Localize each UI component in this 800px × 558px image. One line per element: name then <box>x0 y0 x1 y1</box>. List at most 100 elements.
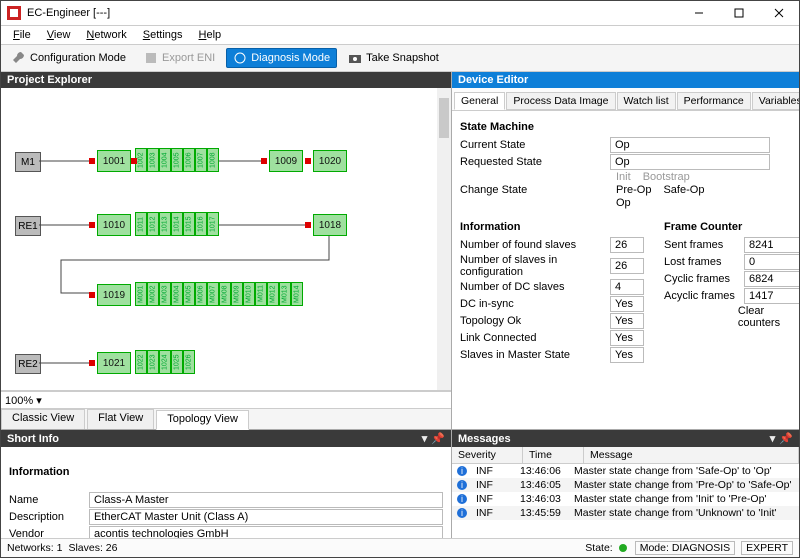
menu-settings[interactable]: Settings <box>135 29 191 41</box>
topology-canvas[interactable]: M1 1001 1009 1020 1002 1003 1004 1005 10… <box>1 88 451 391</box>
state-safeop-button[interactable]: Safe-Op <box>657 184 710 196</box>
node-1018[interactable]: 1018 <box>313 214 347 236</box>
topology-slot[interactable]: M009 <box>231 282 243 306</box>
topology-slot[interactable]: 1012 <box>147 212 159 236</box>
pin-icon[interactable]: 📌 <box>779 432 793 445</box>
topology-slot[interactable]: 1007 <box>195 148 207 172</box>
menu-help[interactable]: Help <box>191 29 230 41</box>
col-time[interactable]: Time <box>523 447 584 463</box>
message-row[interactable]: iINF13:46:06Master state change from 'Sa… <box>452 464 799 478</box>
message-row[interactable]: iINF13:46:03Master state change from 'In… <box>452 492 799 506</box>
topology-slot[interactable]: 1024 <box>159 350 171 374</box>
status-level: EXPERT <box>741 541 793 555</box>
message-row[interactable]: iINF13:46:05Master state change from 'Pr… <box>452 478 799 492</box>
maximize-button[interactable] <box>719 1 759 25</box>
tab-process-data[interactable]: Process Data Image <box>506 92 615 110</box>
node-1010[interactable]: 1010 <box>97 214 131 236</box>
tab-topology-view[interactable]: Topology View <box>156 410 249 430</box>
state-op-button[interactable]: Op <box>610 197 637 209</box>
state-preop-button[interactable]: Pre-Op <box>610 184 657 196</box>
pin-icon[interactable]: 📌 <box>431 432 445 445</box>
menu-view[interactable]: View <box>39 29 79 41</box>
take-snapshot-button[interactable]: Take Snapshot <box>341 48 446 68</box>
topology-slot[interactable]: M007 <box>207 282 219 306</box>
short-info-heading: Information <box>9 466 443 478</box>
topology-slot[interactable]: 1015 <box>183 212 195 236</box>
node-1019[interactable]: 1019 <box>97 284 131 306</box>
menu-network[interactable]: Network <box>78 29 134 41</box>
menu-file[interactable]: File <box>5 29 39 41</box>
topology-slot[interactable]: 1004 <box>159 148 171 172</box>
topology-slot[interactable]: M012 <box>267 282 279 306</box>
project-explorer-panel: Project Explorer M1 1001 1009 1020 1002 … <box>1 72 451 429</box>
topology-slot[interactable]: 1003 <box>147 148 159 172</box>
clear-counters-button[interactable]: Clear counters <box>738 305 799 329</box>
topology-slot[interactable]: 1022 <box>135 350 147 374</box>
node-re2[interactable]: RE2 <box>15 354 41 374</box>
message-severity: INF <box>472 493 520 505</box>
topology-slot[interactable]: M014 <box>291 282 303 306</box>
project-explorer-header: Project Explorer <box>1 72 451 88</box>
dropdown-icon[interactable]: ▾ <box>422 432 428 445</box>
dropdown-icon[interactable]: ▾ <box>770 432 776 445</box>
config-mode-button[interactable]: Configuration Mode <box>5 48 133 68</box>
node-1001[interactable]: 1001 <box>97 150 131 172</box>
export-eni-button[interactable]: Export ENI <box>137 48 222 68</box>
state-init-button[interactable]: Init <box>610 171 637 183</box>
node-1009[interactable]: 1009 <box>269 150 303 172</box>
topology-slot[interactable]: 1026 <box>183 350 195 374</box>
topology-slot[interactable]: 1005 <box>171 148 183 172</box>
connector-icon <box>89 292 95 298</box>
topology-slot[interactable]: 1013 <box>159 212 171 236</box>
topology-slot[interactable]: M010 <box>243 282 255 306</box>
link-label: Link Connected <box>460 332 610 344</box>
tab-flat-view[interactable]: Flat View <box>87 409 154 429</box>
node-1021[interactable]: 1021 <box>97 352 131 374</box>
topology-slot[interactable]: 1006 <box>183 148 195 172</box>
project-explorer-title: Project Explorer <box>7 74 92 86</box>
node-m1[interactable]: M1 <box>15 152 41 172</box>
topology-slot[interactable]: 1011 <box>135 212 147 236</box>
topology-slot[interactable]: 1014 <box>171 212 183 236</box>
short-info-header: Short Info ▾ 📌 <box>1 430 451 447</box>
diagnosis-mode-button[interactable]: Diagnosis Mode <box>226 48 337 68</box>
tab-general[interactable]: General <box>454 92 505 110</box>
node-re1[interactable]: RE1 <box>15 216 41 236</box>
topology-slot[interactable]: M005 <box>183 282 195 306</box>
tab-classic-view[interactable]: Classic View <box>1 409 85 429</box>
window-title: EC-Engineer [---] <box>27 7 679 19</box>
topology-slot[interactable]: 1025 <box>171 350 183 374</box>
topology-slot[interactable]: M002 <box>147 282 159 306</box>
current-state-value: Op <box>610 137 770 153</box>
topology-slot[interactable]: M003 <box>159 282 171 306</box>
canvas-scrollbar[interactable] <box>437 88 451 390</box>
topology-slot[interactable]: M008 <box>219 282 231 306</box>
message-row[interactable]: iINF13:45:59Master state change from 'Un… <box>452 506 799 520</box>
frame-counter-heading: Frame Counter <box>664 221 799 233</box>
topology-slot[interactable]: 1023 <box>147 350 159 374</box>
topology-slot[interactable]: M011 <box>255 282 267 306</box>
minimize-button[interactable] <box>679 1 719 25</box>
topology-slot[interactable]: 1017 <box>207 212 219 236</box>
state-bootstrap-button[interactable]: Bootstrap <box>637 171 696 183</box>
acyclic-frames-value: 1417 <box>744 288 799 304</box>
export-eni-label: Export ENI <box>162 52 215 64</box>
node-1020[interactable]: 1020 <box>313 150 347 172</box>
zoom-control[interactable]: 100% ▾ <box>1 391 451 408</box>
topology-slot[interactable]: 1016 <box>195 212 207 236</box>
tab-watchlist[interactable]: Watch list <box>617 92 676 110</box>
requested-state-label: Requested State <box>460 156 610 168</box>
tab-variables[interactable]: Variables <box>752 92 799 110</box>
topology-slot[interactable]: M004 <box>171 282 183 306</box>
close-button[interactable] <box>759 1 799 25</box>
messages-list: iINF13:46:06Master state change from 'Sa… <box>452 464 799 538</box>
col-message[interactable]: Message <box>584 447 799 463</box>
tab-performance[interactable]: Performance <box>677 92 751 110</box>
col-severity[interactable]: Severity <box>452 447 523 463</box>
message-severity: INF <box>472 465 520 477</box>
topology-slot[interactable]: M001 <box>135 282 147 306</box>
topology-slot[interactable]: M006 <box>195 282 207 306</box>
topology-slot[interactable]: 1008 <box>207 148 219 172</box>
topology-slot[interactable]: M013 <box>279 282 291 306</box>
menu-bar: File View Network Settings Help <box>1 26 799 45</box>
